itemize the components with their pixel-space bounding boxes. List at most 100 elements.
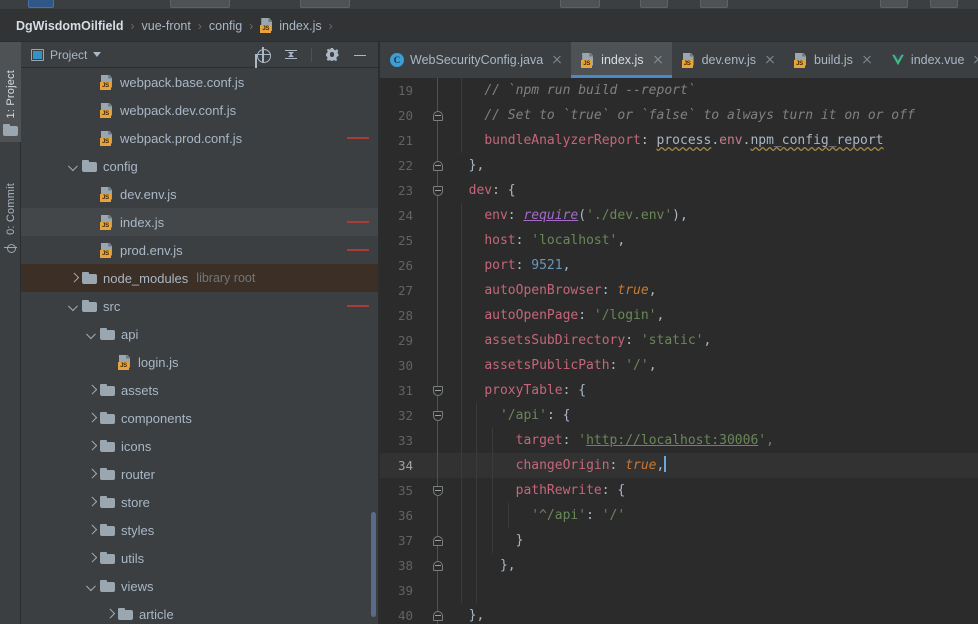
tree-item-views[interactable]: views: [21, 572, 378, 600]
tree-item-webpack-dev-conf-js[interactable]: JS webpack.dev.conf.js: [21, 96, 378, 124]
code-line-text: },: [468, 158, 485, 173]
tree-item-index-js[interactable]: JS index.js: [21, 208, 378, 236]
chevron-right-icon[interactable]: [85, 412, 98, 425]
tree-item-webpack-base-conf-js[interactable]: JS webpack.base.conf.js: [21, 68, 378, 96]
chevron-down-icon[interactable]: [67, 300, 80, 313]
chevron-right-icon[interactable]: [85, 496, 98, 509]
editor-tab-index-vue[interactable]: index.vue: [881, 42, 978, 78]
tree-item-router[interactable]: router: [21, 460, 378, 488]
chevron-down-icon[interactable]: [85, 580, 98, 593]
folder-icon: [100, 524, 115, 536]
tree-item-node-modules[interactable]: node_modules library root: [21, 264, 378, 292]
minimize-icon[interactable]: [352, 47, 368, 63]
fold-toggle-icon[interactable]: [431, 184, 444, 197]
code-line[interactable]: 27 autoOpenBrowser: true,: [380, 278, 978, 303]
code-line[interactable]: 22 },: [380, 153, 978, 178]
collapse-all-icon[interactable]: [283, 47, 299, 63]
code-line[interactable]: 24 env: require('./dev.env'),: [380, 203, 978, 228]
breadcrumb-item-module[interactable]: vue-front: [142, 19, 191, 33]
locate-icon[interactable]: [255, 46, 271, 63]
tree-item-webpack-prod-conf-js[interactable]: JS webpack.prod.conf.js: [21, 124, 378, 152]
tree-item-assets[interactable]: assets: [21, 376, 378, 404]
chevron-right-icon[interactable]: [67, 272, 80, 285]
tree-item-store[interactable]: store: [21, 488, 378, 516]
code-line[interactable]: 23 dev: {: [380, 178, 978, 203]
tree-item-src[interactable]: src: [21, 292, 378, 320]
editor-tab-build-js[interactable]: JS build.js: [784, 42, 881, 78]
breadcrumb-item-project[interactable]: DgWisdomOilfield: [16, 19, 124, 33]
code-line[interactable]: 36 '^/api': '/': [380, 503, 978, 528]
code-line[interactable]: 32 '/api': {: [380, 403, 978, 428]
tree-item-components[interactable]: components: [21, 404, 378, 432]
code-line[interactable]: 20 // Set to `true` or `false` to always…: [380, 103, 978, 128]
fold-toggle-icon[interactable]: [431, 409, 444, 422]
code-line-text: autoOpenPage: '/login',: [484, 308, 665, 323]
tree-item-icons[interactable]: icons: [21, 432, 378, 460]
chevron-right-icon[interactable]: [103, 608, 116, 621]
fold-toggle-icon[interactable]: [431, 109, 444, 122]
code-line[interactable]: 28 autoOpenPage: '/login',: [380, 303, 978, 328]
tree-item-config[interactable]: config: [21, 152, 378, 180]
tree-item-article[interactable]: article: [21, 600, 378, 624]
sidebar-tab-project[interactable]: 1: Project: [0, 42, 21, 142]
code-line[interactable]: 31 proxyTable: {: [380, 378, 978, 403]
editor-tab-websecurityconfig-java[interactable]: C WebSecurityConfig.java: [380, 42, 571, 78]
chevron-right-icon[interactable]: [85, 524, 98, 537]
close-icon[interactable]: [551, 54, 563, 66]
close-icon[interactable]: [652, 54, 664, 66]
chevron-right-icon[interactable]: [85, 468, 98, 481]
project-tree[interactable]: JS webpack.base.conf.js JS webpack.dev.conf…: [21, 68, 378, 624]
project-tree-scrollbar[interactable]: [371, 512, 376, 617]
breadcrumb-item-file[interactable]: JS index.js: [260, 18, 322, 33]
project-view-selector[interactable]: Project: [31, 48, 102, 62]
code-editor[interactable]: 19 // `npm run build --report` 20 // Set …: [380, 78, 978, 624]
sidebar-tab-commit[interactable]: 0: Commit: [0, 152, 21, 260]
editor-tab-index-js[interactable]: JS index.js: [571, 42, 672, 78]
code-line[interactable]: 26 port: 9521,: [380, 253, 978, 278]
chevron-right-icon[interactable]: [85, 440, 98, 453]
toolbar-chip[interactable]: [28, 0, 54, 8]
code-line[interactable]: 29 assetsSubDirectory: 'static',: [380, 328, 978, 353]
code-line[interactable]: 34 changeOrigin: true,: [380, 453, 978, 478]
toolbar-chip[interactable]: [700, 0, 728, 8]
code-line[interactable]: 25 host: 'localhost',: [380, 228, 978, 253]
tree-item-styles[interactable]: styles: [21, 516, 378, 544]
close-icon[interactable]: [861, 54, 873, 66]
fold-toggle-icon[interactable]: [431, 559, 444, 572]
toolbar-chip[interactable]: [880, 0, 908, 8]
tree-item-api[interactable]: api: [21, 320, 378, 348]
tree-item-utils[interactable]: utils: [21, 544, 378, 572]
code-line[interactable]: 30 assetsPublicPath: '/',: [380, 353, 978, 378]
tree-item-dev-env-js[interactable]: JS dev.env.js: [21, 180, 378, 208]
code-line[interactable]: 37 }: [380, 528, 978, 553]
tree-item-icon: JS: [100, 214, 114, 230]
close-icon[interactable]: [764, 54, 776, 66]
code-line[interactable]: 35 pathRewrite: {: [380, 478, 978, 503]
gear-icon[interactable]: [324, 47, 340, 63]
code-line[interactable]: 21 bundleAnalyzerReport: process.env.npm…: [380, 128, 978, 153]
toolbar-chip[interactable]: [930, 0, 958, 8]
chevron-right-icon[interactable]: [85, 384, 98, 397]
fold-toggle-icon[interactable]: [431, 384, 444, 397]
fold-toggle-icon[interactable]: [431, 484, 444, 497]
chevron-down-icon[interactable]: [85, 328, 98, 341]
chevron-right-icon[interactable]: [85, 552, 98, 565]
toolbar-chip[interactable]: [300, 0, 350, 8]
close-icon[interactable]: [972, 54, 978, 66]
code-line[interactable]: 38 },: [380, 553, 978, 578]
code-line[interactable]: 39: [380, 578, 978, 603]
toolbar-chip[interactable]: [170, 0, 230, 8]
chevron-down-icon[interactable]: [67, 160, 80, 173]
editor-tab-dev-env-js[interactable]: JS dev.env.js: [672, 42, 784, 78]
breadcrumb-item-folder[interactable]: config: [209, 19, 242, 33]
code-line[interactable]: 33 target: 'http://localhost:30006',: [380, 428, 978, 453]
fold-toggle-icon[interactable]: [431, 534, 444, 547]
toolbar-chip[interactable]: [560, 0, 600, 8]
tree-item-prod-env-js[interactable]: JS prod.env.js: [21, 236, 378, 264]
fold-toggle-icon[interactable]: [431, 609, 444, 622]
code-line[interactable]: 19 // `npm run build --report`: [380, 78, 978, 103]
code-line[interactable]: 40 },: [380, 603, 978, 624]
tree-item-login-js[interactable]: JS login.js: [21, 348, 378, 376]
toolbar-chip[interactable]: [640, 0, 668, 8]
fold-toggle-icon[interactable]: [431, 159, 444, 172]
